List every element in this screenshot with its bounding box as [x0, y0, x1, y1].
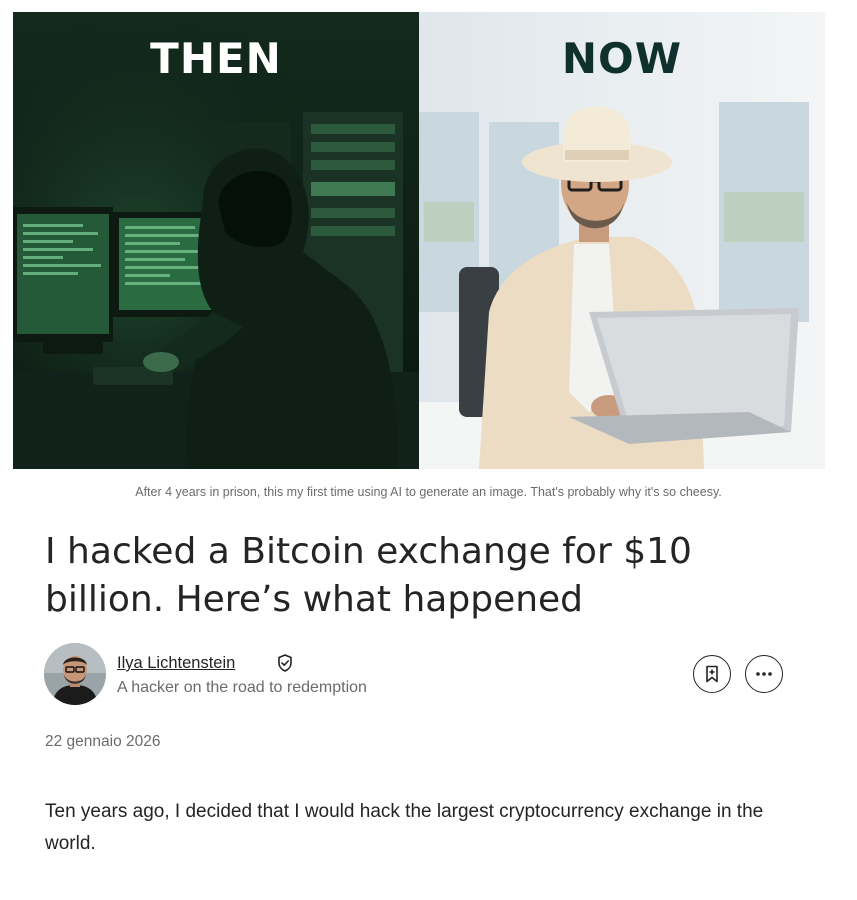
- author-bio: A hacker on the road to redemption: [117, 679, 367, 696]
- article-paragraph: Ten years ago, I decided that I would ha…: [45, 801, 764, 854]
- hero-image: THEN NOW: [13, 12, 825, 469]
- article-title: I hacked a Bitcoin exchange for $10 bill…: [45, 531, 692, 620]
- author-name-link[interactable]: Ilya Lichtenstein: [117, 654, 235, 673]
- save-button[interactable]: [693, 655, 731, 693]
- then-label: THEN: [150, 34, 282, 83]
- bookmark-plus-icon: [706, 665, 718, 683]
- more-horizontal-icon: [756, 672, 772, 676]
- author-row: Ilya Lichtenstein A hacker on the road t…: [44, 643, 789, 707]
- verified-shield-icon: [275, 653, 295, 673]
- publish-date: 22 gennaio 2026: [45, 733, 161, 750]
- now-label: NOW: [561, 34, 683, 83]
- now-panel: NOW: [419, 12, 825, 469]
- then-panel: THEN: [13, 12, 419, 469]
- avatar[interactable]: [44, 643, 106, 705]
- image-caption: After 4 years in prison, this my first t…: [135, 485, 722, 499]
- more-options-button[interactable]: [745, 655, 783, 693]
- avatar-image: [44, 643, 106, 705]
